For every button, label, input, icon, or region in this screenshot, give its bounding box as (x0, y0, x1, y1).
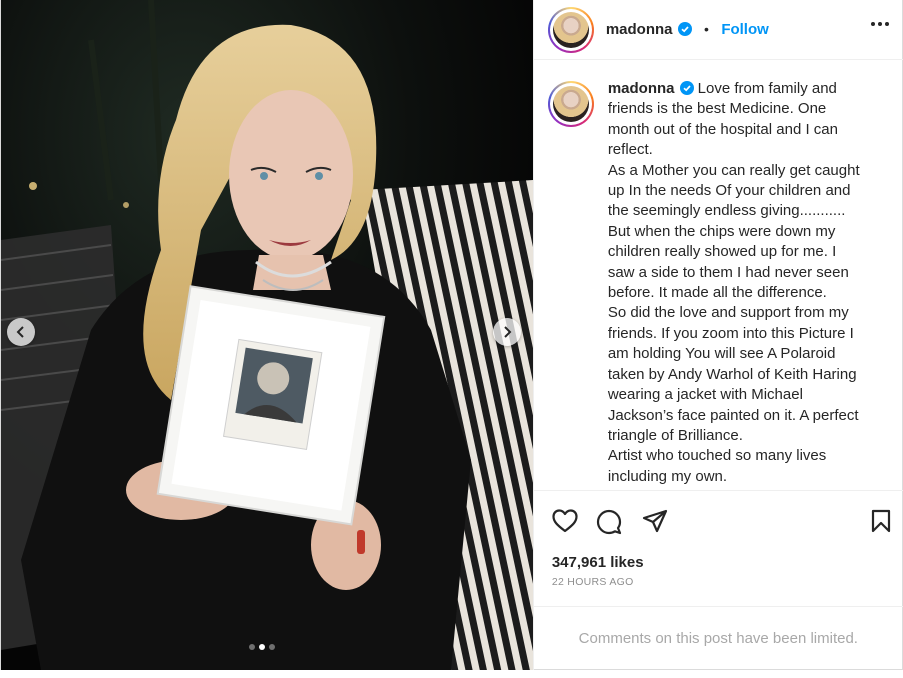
verified-badge-icon (679, 81, 694, 95)
heart-icon[interactable] (552, 509, 578, 533)
post-photo (1, 0, 533, 670)
more-options-icon[interactable] (870, 22, 889, 26)
caption-line-first: madonna Love from family and (608, 79, 878, 99)
caption-line: friends. If you zoom into this Picture I (607, 324, 854, 342)
caption-line: month out of the hospital and I can (607, 120, 838, 138)
caption-line: Artist who touched so many lives (607, 447, 827, 465)
chevron-left-icon (16, 326, 24, 338)
like-count[interactable]: 347,961 likes (552, 554, 644, 571)
carousel-next-button[interactable] (493, 318, 521, 346)
caption-line: children really showed up for me. I (607, 243, 837, 261)
avatar-image (552, 86, 589, 122)
caption-line: Jackson’s face painted on it. A perfect (607, 406, 859, 424)
caption-line: the seemingly endless giving........... (607, 202, 846, 220)
separator: • (703, 20, 709, 37)
carousel-dot-active (259, 644, 265, 650)
caption-line: saw a side to them I had never seen (607, 263, 849, 281)
caption-avatar[interactable] (547, 81, 594, 127)
carousel-dot (249, 644, 255, 650)
caption-line: before. It made all the difference. (607, 284, 827, 302)
caption-line: As a Mother you can really get caught (607, 161, 860, 179)
caption-line: Love from family and (697, 80, 837, 97)
post-dialog: madonna • Follow madonna Love from famil… (0, 0, 903, 670)
caption-line: wearing a jacket with Michael (607, 386, 803, 404)
avatar-image (552, 11, 589, 48)
avatar[interactable] (547, 6, 594, 53)
header-user: madonna • Follow (606, 21, 769, 39)
post-media[interactable] (1, 0, 533, 670)
comments-limited-notice: Comments on this post have been limited. (533, 606, 903, 670)
caption-line: taken by Andy Warhol of Keith Haring (607, 365, 857, 383)
carousel-prev-button[interactable] (7, 318, 35, 346)
send-icon[interactable] (642, 509, 668, 533)
bookmark-icon[interactable] (871, 509, 891, 533)
caption-line: friends is the best Medicine. One (607, 100, 827, 118)
caption-line: reflect. (607, 141, 653, 159)
username-link[interactable]: madonna (606, 21, 673, 38)
caption-username[interactable]: madonna (608, 80, 675, 97)
caption-line: So did the love and support from my (607, 304, 849, 322)
chevron-right-icon (504, 326, 512, 338)
caption-line: up In the needs Of your children and (607, 182, 851, 200)
post-details-panel: madonna • Follow madonna Love from famil… (532, 0, 903, 670)
caption-text: madonna Love from family and friends is … (608, 79, 878, 489)
caption-line: But when the chips were down my (607, 222, 836, 240)
caption-line: triangle of Brilliance. (607, 426, 743, 444)
comment-icon[interactable] (596, 509, 622, 535)
post-header: madonna • Follow (533, 0, 903, 60)
carousel-dot (269, 644, 275, 650)
follow-button[interactable]: Follow (721, 21, 769, 38)
verified-badge-icon (677, 21, 692, 36)
post-timestamp[interactable]: 22 HOURS AGO (552, 576, 634, 588)
caption-section: madonna Love from family and friends is … (534, 61, 903, 489)
carousel-indicator (249, 644, 275, 650)
caption-line: am holding You will see A Polaroid (607, 345, 836, 363)
action-bar (533, 490, 903, 550)
caption-line: including my own. (607, 467, 728, 485)
